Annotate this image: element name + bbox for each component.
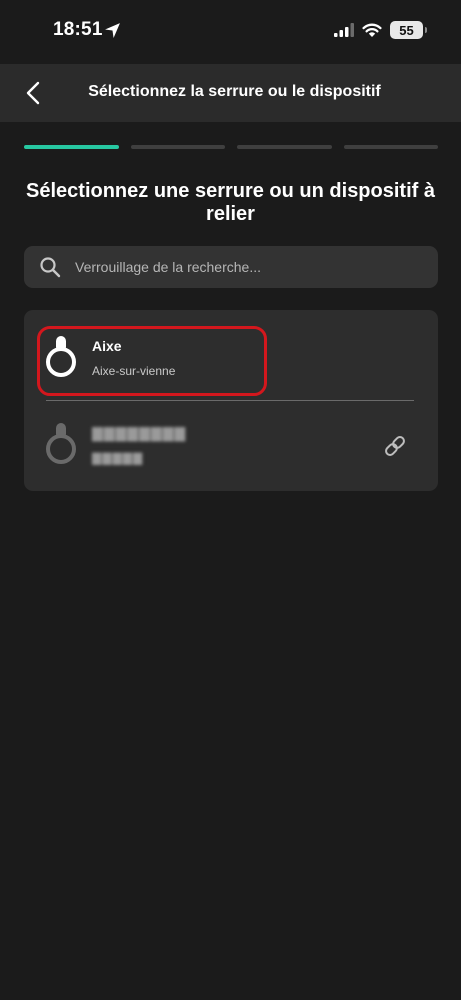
lock-location: Aixe-sur-vienne bbox=[92, 364, 176, 378]
lock-icon bbox=[46, 336, 76, 377]
lock-icon bbox=[46, 423, 76, 464]
lock-item-aixe[interactable]: Aixe Aixe-sur-vienne bbox=[24, 318, 438, 398]
lock-item-redacted[interactable]: ▇▇▇▇▇▇▇▇ ▇▇▇▇▇ bbox=[24, 405, 438, 485]
progress-step-4 bbox=[343, 145, 438, 149]
lock-location-redacted: ▇▇▇▇▇ bbox=[92, 451, 144, 465]
lock-list: Aixe Aixe-sur-vienne ▇▇▇▇▇▇▇▇ ▇▇▇▇▇ bbox=[24, 310, 438, 491]
cellular-signal-icon bbox=[334, 23, 354, 37]
progress-step-1 bbox=[24, 145, 119, 149]
status-bar: 18:51 55 bbox=[0, 0, 461, 64]
battery-indicator: 55 bbox=[390, 21, 427, 39]
search-input[interactable] bbox=[75, 259, 395, 275]
step-progress bbox=[24, 145, 438, 149]
page-heading: Sélectionnez une serrure ou un dispositi… bbox=[26, 180, 435, 225]
lock-name: Aixe bbox=[92, 338, 122, 354]
link-icon[interactable] bbox=[382, 433, 408, 459]
lock-name-redacted: ▇▇▇▇▇▇▇▇ bbox=[92, 425, 187, 441]
status-time: 18:51 bbox=[53, 19, 103, 40]
header-bar: Sélectionnez la serrure ou le dispositif bbox=[0, 64, 461, 122]
status-indicators: 55 bbox=[334, 21, 427, 39]
divider bbox=[46, 400, 414, 401]
battery-level: 55 bbox=[399, 22, 414, 38]
wifi-icon bbox=[362, 23, 382, 37]
location-arrow-icon bbox=[105, 23, 120, 38]
progress-step-2 bbox=[130, 145, 225, 149]
progress-step-3 bbox=[237, 145, 332, 149]
header-title: Sélectionnez la serrure ou le dispositif bbox=[88, 83, 381, 100]
search-icon bbox=[40, 257, 61, 278]
search-bar[interactable] bbox=[24, 246, 438, 288]
